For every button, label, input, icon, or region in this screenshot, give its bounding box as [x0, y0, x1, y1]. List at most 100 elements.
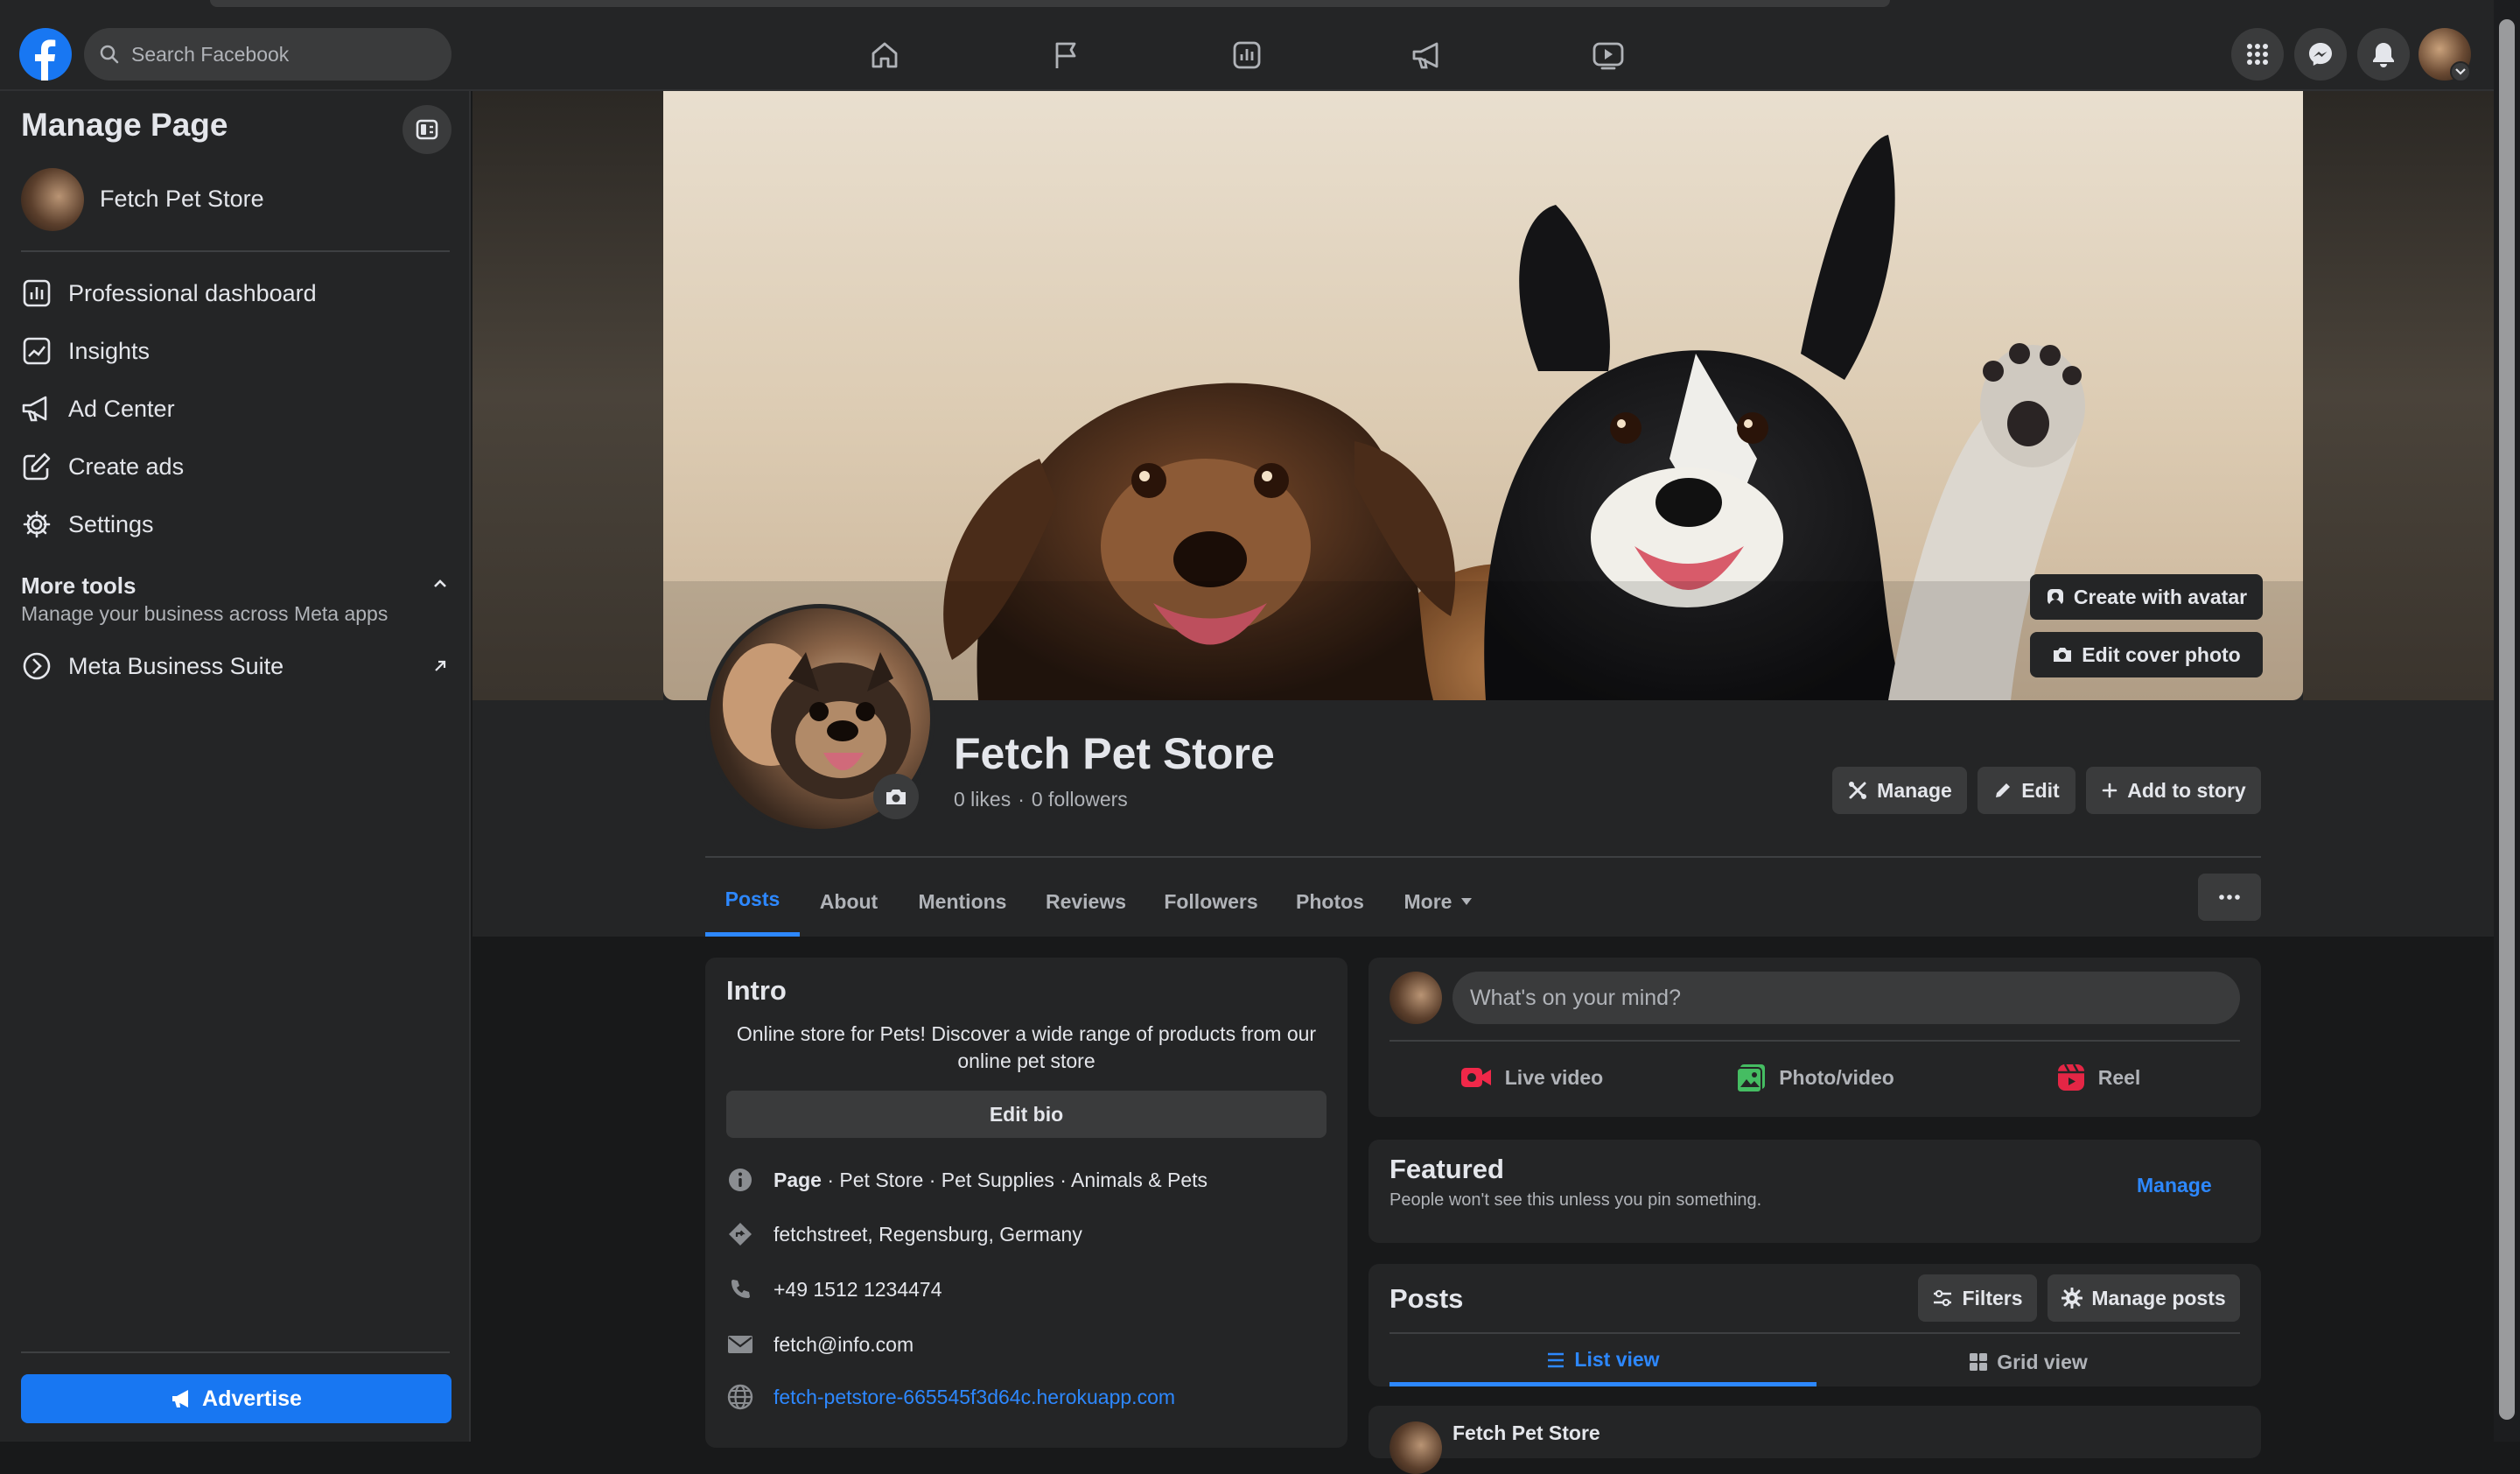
photo-video-label: Photo/video	[1779, 1065, 1894, 1089]
sidebar-page-name[interactable]: Fetch Pet Store	[100, 186, 264, 213]
tab-mentions[interactable]: Mentions	[905, 867, 1020, 937]
featured-title: Featured	[1390, 1154, 1504, 1184]
live-video-icon	[1460, 1064, 1493, 1091]
messenger-icon	[2306, 40, 2334, 68]
search-box[interactable]	[84, 28, 452, 81]
menu-grid-icon	[2245, 42, 2270, 67]
sidebar-item-insights[interactable]: Insights	[0, 324, 469, 378]
tab-followers[interactable]: Followers	[1153, 867, 1269, 937]
reel-button[interactable]: Reel	[1956, 1050, 2240, 1105]
filters-label: Filters	[1962, 1286, 2023, 1309]
create-with-avatar-button[interactable]: Create with avatar	[2030, 574, 2263, 620]
manage-page-button[interactable]: Manage	[1832, 767, 1967, 814]
sidebar-title: Manage Page	[21, 107, 228, 143]
nav-ads[interactable]	[1379, 25, 1475, 86]
live-video-button[interactable]: Live video	[1390, 1050, 1673, 1105]
update-profile-picture-button[interactable]	[873, 774, 919, 819]
manage-posts-button[interactable]: Manage posts	[2048, 1274, 2240, 1322]
phone-text[interactable]: +49 1512 1234474	[774, 1278, 942, 1302]
email-icon	[726, 1330, 754, 1358]
page-avatar[interactable]	[21, 168, 84, 231]
post-author-avatar[interactable]	[1390, 1421, 1442, 1474]
tab-more[interactable]: More	[1391, 867, 1486, 937]
sidebar-item-label: Ad Center	[68, 395, 175, 422]
sidebar-item-professional-dashboard[interactable]: Professional dashboard	[0, 266, 469, 320]
facebook-logo-icon[interactable]	[19, 28, 72, 81]
browser-tab-bar	[210, 0, 1890, 7]
edit-cover-photo-button[interactable]: Edit cover photo	[2030, 632, 2263, 677]
filters-button[interactable]: Filters	[1918, 1274, 2037, 1322]
category-text: · Pet Store · Pet Supplies · Animals & P…	[821, 1168, 1208, 1191]
edit-bio-button[interactable]: Edit bio	[726, 1091, 1326, 1138]
cover-backdrop	[472, 91, 663, 700]
messenger-button[interactable]	[2294, 28, 2347, 81]
posts-title: Posts	[1390, 1283, 1464, 1314]
cover-photo[interactable]: Create with avatar Edit cover photo	[663, 91, 2303, 700]
intro-title: Intro	[726, 975, 787, 1006]
address-text[interactable]: fetchstreet, Regensburg, Germany	[774, 1223, 1082, 1246]
tab-about[interactable]: About	[807, 867, 891, 937]
external-link-icon	[432, 658, 448, 674]
account-chevron-down-icon[interactable]	[2450, 61, 2471, 82]
advertise-label: Advertise	[202, 1386, 302, 1411]
dashboard-icon	[1231, 39, 1263, 71]
tab-posts[interactable]: Posts	[705, 867, 800, 937]
nav-home[interactable]	[836, 25, 933, 86]
more-tools-title[interactable]: More tools	[21, 572, 136, 600]
home-icon	[869, 39, 900, 71]
more-tools-subtitle: Manage your business across Meta apps	[21, 602, 388, 625]
nav-video[interactable]	[1560, 25, 1656, 86]
camera-icon	[885, 787, 907, 806]
edit-page-button[interactable]: Edit	[1978, 767, 2076, 814]
advertise-button[interactable]: Advertise	[21, 1374, 452, 1423]
more-options-button[interactable]	[2198, 874, 2261, 921]
filter-sliders-icon	[1932, 1288, 1953, 1308]
list-view-tab[interactable]: List view	[1390, 1337, 1816, 1386]
stats-separator: ·	[1018, 788, 1025, 811]
nav-dashboard[interactable]	[1199, 25, 1295, 86]
cover-backdrop	[2303, 91, 2494, 700]
featured-manage-link[interactable]: Manage	[2132, 1168, 2217, 1203]
sidebar-item-meta-business-suite[interactable]: Meta Business Suite	[0, 639, 469, 693]
gear-icon	[21, 509, 52, 540]
divider	[21, 1351, 450, 1353]
intro-category-row: Page · Pet Store · Pet Supplies · Animal…	[726, 1162, 1208, 1197]
likes-count[interactable]: 0 likes	[954, 788, 1011, 811]
collapse-sidebar-button[interactable]	[402, 105, 452, 154]
phone-icon	[726, 1275, 754, 1303]
sidebar-item-create-ads[interactable]: Create ads	[0, 439, 469, 494]
menu-button[interactable]	[2231, 28, 2284, 81]
edit-icon	[21, 451, 52, 482]
sidebar-item-settings[interactable]: Settings	[0, 497, 469, 551]
scrollbar-thumb[interactable]	[2499, 19, 2515, 1420]
tab-reviews[interactable]: Reviews	[1034, 867, 1138, 937]
sidebar-item-ad-center[interactable]: Ad Center	[0, 382, 469, 436]
sidebar-toggle-icon	[415, 117, 439, 142]
intro-phone-row: +49 1512 1234474	[726, 1272, 942, 1307]
search-icon	[100, 45, 119, 64]
grid-view-tab[interactable]: Grid view	[1816, 1337, 2240, 1386]
photo-video-button[interactable]: Photo/video	[1673, 1050, 1956, 1105]
add-to-story-button[interactable]: Add to story	[2086, 767, 2261, 814]
camera-icon	[2052, 646, 2073, 663]
intro-website-row: fetch-petstore-665545f3d64c.herokuapp.co…	[726, 1379, 1175, 1414]
chevron-up-icon[interactable]	[427, 571, 453, 597]
whats-on-your-mind-input[interactable]	[1452, 972, 2240, 1024]
category-prefix: Page	[774, 1168, 822, 1191]
email-text[interactable]: fetch@info.com	[774, 1333, 914, 1357]
followers-count[interactable]: 0 followers	[1032, 788, 1128, 811]
dashboard-icon	[21, 277, 52, 309]
plus-icon	[2101, 782, 2118, 799]
search-input[interactable]	[130, 41, 422, 67]
sidebar-item-label: Insights	[68, 337, 150, 364]
manage-label: Manage	[1877, 778, 1952, 802]
meta-business-suite-icon	[21, 650, 52, 682]
composer-avatar[interactable]	[1390, 972, 1442, 1024]
intro-bio: Online store for Pets! Discover a wide r…	[736, 1022, 1317, 1072]
website-link[interactable]: fetch-petstore-665545f3d64c.herokuapp.co…	[774, 1386, 1175, 1409]
nav-pages[interactable]	[1018, 25, 1114, 86]
edit-label: Edit	[2021, 778, 2060, 802]
tab-photos[interactable]: Photos	[1283, 867, 1377, 937]
location-icon	[726, 1220, 754, 1248]
notifications-button[interactable]	[2357, 28, 2410, 81]
